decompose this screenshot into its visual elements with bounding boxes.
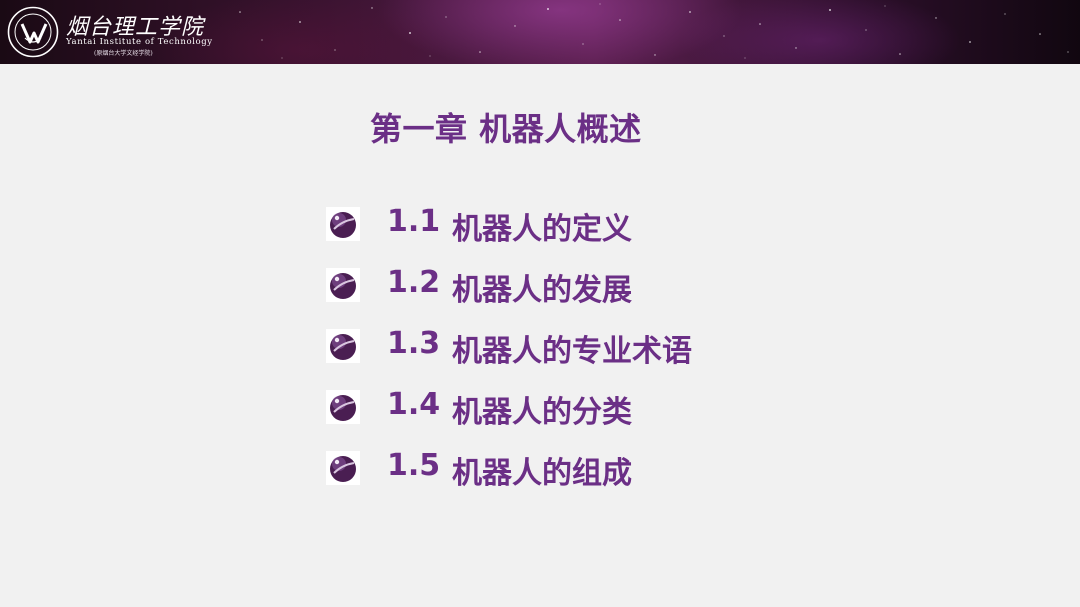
- table-of-contents: 1.1 机器人的定义 1.2 机器人的发展 1.3 机器人的专业术语 1.4 机…: [326, 200, 766, 505]
- toc-item-1-5: 1.5 机器人的组成: [326, 444, 766, 505]
- school-subtitle: (原烟台大学文经学院): [94, 50, 153, 57]
- toc-number: 1.5: [387, 448, 441, 483]
- purple-sphere-bullet-icon: [326, 451, 360, 485]
- toc-label: 机器人的组成: [452, 456, 632, 491]
- purple-sphere-bullet-icon: [326, 329, 360, 363]
- purple-sphere-bullet-icon: [326, 390, 360, 424]
- toc-number: 1.2: [387, 265, 441, 300]
- purple-sphere-bullet-icon: [326, 207, 360, 241]
- chapter-title: 第一章 机器人概述: [370, 110, 642, 148]
- school-name-en: Yantai Institute of Technology: [66, 37, 213, 47]
- toc-number: 1.4: [387, 387, 441, 422]
- header-banner: 烟台理工学院 Yantai Institute of Technology (原…: [0, 0, 1080, 64]
- toc-label: 机器人的发展: [452, 273, 632, 308]
- toc-label: 机器人的分类: [452, 395, 632, 430]
- toc-item-1-1: 1.1 机器人的定义: [326, 200, 766, 261]
- toc-item-1-4: 1.4 机器人的分类: [326, 383, 766, 444]
- toc-label: 机器人的专业术语: [452, 334, 692, 369]
- purple-sphere-bullet-icon: [326, 268, 360, 302]
- toc-label: 机器人的定义: [452, 212, 632, 247]
- school-emblem-icon: [7, 6, 59, 58]
- toc-number: 1.3: [387, 326, 441, 361]
- toc-item-1-2: 1.2 机器人的发展: [326, 261, 766, 322]
- toc-number: 1.1: [387, 204, 441, 239]
- toc-item-1-3: 1.3 机器人的专业术语: [326, 322, 766, 383]
